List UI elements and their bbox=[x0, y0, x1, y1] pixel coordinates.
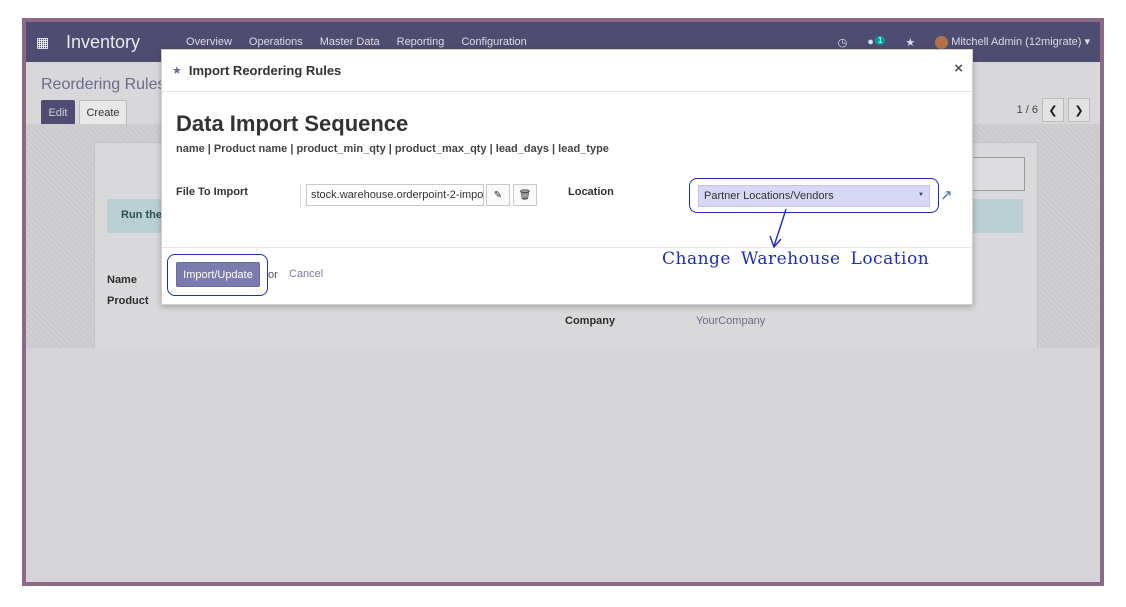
user-name: Mitchell Admin (12migrate) bbox=[951, 36, 1082, 49]
external-link-icon[interactable]: ↗ bbox=[940, 186, 953, 204]
pager-next-button[interactable]: ❯ bbox=[1068, 98, 1090, 122]
chat-count-badge: 1 bbox=[874, 36, 886, 45]
location-value: Partner Locations/Vendors bbox=[704, 190, 834, 202]
name-label: Name bbox=[107, 274, 137, 286]
menu-item-overview[interactable]: Overview bbox=[186, 36, 232, 48]
caret-down-icon: ▼ bbox=[918, 192, 924, 198]
sequence-fields: name | Product name | product_min_qty | … bbox=[176, 143, 609, 155]
company-value[interactable]: YourCompany bbox=[696, 315, 765, 327]
breadcrumb[interactable]: Reordering Rules bbox=[41, 76, 166, 94]
dialog-header: ★ Import Reordering Rules bbox=[162, 50, 972, 92]
avatar bbox=[935, 35, 949, 49]
edit-button[interactable]: Edit bbox=[41, 100, 75, 126]
menu-item-configuration[interactable]: Configuration bbox=[461, 36, 526, 48]
import-highlight: Import/Update bbox=[167, 254, 268, 296]
menu-item-reporting[interactable]: Reporting bbox=[397, 36, 445, 48]
empty-area bbox=[26, 348, 1100, 582]
user-menu[interactable]: Mitchell Admin (12migrate) ▾ bbox=[935, 35, 1090, 49]
menu-item-master-data[interactable]: Master Data bbox=[320, 36, 380, 48]
field-divider bbox=[300, 184, 301, 208]
trash-icon: 🗑 bbox=[518, 189, 532, 201]
apps-grid-icon[interactable]: ▦ bbox=[36, 34, 58, 51]
close-icon[interactable]: × bbox=[954, 60, 963, 77]
import-update-button[interactable]: Import/Update bbox=[176, 262, 260, 287]
app-title[interactable]: Inventory bbox=[66, 32, 140, 53]
company-label: Company bbox=[565, 315, 616, 327]
main-menu: Overview Operations Master Data Reportin… bbox=[186, 36, 527, 48]
menu-item-operations[interactable]: Operations bbox=[249, 36, 303, 48]
pager: 1 / 6 ❮ ❯ bbox=[1017, 98, 1090, 122]
or-text: or bbox=[268, 269, 278, 281]
footer-divider bbox=[162, 247, 972, 248]
pencil-icon: ✎ bbox=[493, 189, 503, 201]
delete-file-button[interactable]: 🗑 bbox=[513, 184, 537, 206]
clock-icon[interactable]: ◷ bbox=[838, 36, 848, 49]
dialog-title: Import Reordering Rules bbox=[188, 63, 342, 78]
file-label: File To Import bbox=[176, 186, 248, 198]
bug-icon: ★ bbox=[172, 65, 182, 77]
bug-icon[interactable]: ★ bbox=[905, 36, 915, 49]
app-screen: ▦ Inventory Overview Operations Master D… bbox=[26, 22, 1100, 582]
pager-prev-button[interactable]: ❮ bbox=[1042, 98, 1064, 122]
annotation-text: Change Warehouse Location bbox=[662, 249, 930, 269]
edit-file-button[interactable]: ✎ bbox=[486, 184, 510, 206]
file-input[interactable]: stock.warehouse.orderpoint-2-impo bbox=[306, 184, 484, 206]
product-label: Product bbox=[107, 295, 149, 307]
pager-value: 1 / 6 bbox=[1016, 104, 1038, 116]
cancel-link[interactable]: Cancel bbox=[289, 268, 323, 280]
create-button[interactable]: Create bbox=[79, 100, 127, 126]
chat-icon[interactable]: ● 1 bbox=[867, 36, 886, 48]
sequence-title: Data Import Sequence bbox=[176, 111, 409, 136]
location-label: Location bbox=[568, 186, 614, 198]
location-highlight: Partner Locations/Vendors ▼ bbox=[689, 178, 939, 213]
import-dialog: ★ Import Reordering Rules × Data Import … bbox=[161, 49, 973, 305]
location-select[interactable]: Partner Locations/Vendors ▼ bbox=[698, 185, 930, 207]
screenshot-frame: ▦ Inventory Overview Operations Master D… bbox=[22, 18, 1104, 586]
